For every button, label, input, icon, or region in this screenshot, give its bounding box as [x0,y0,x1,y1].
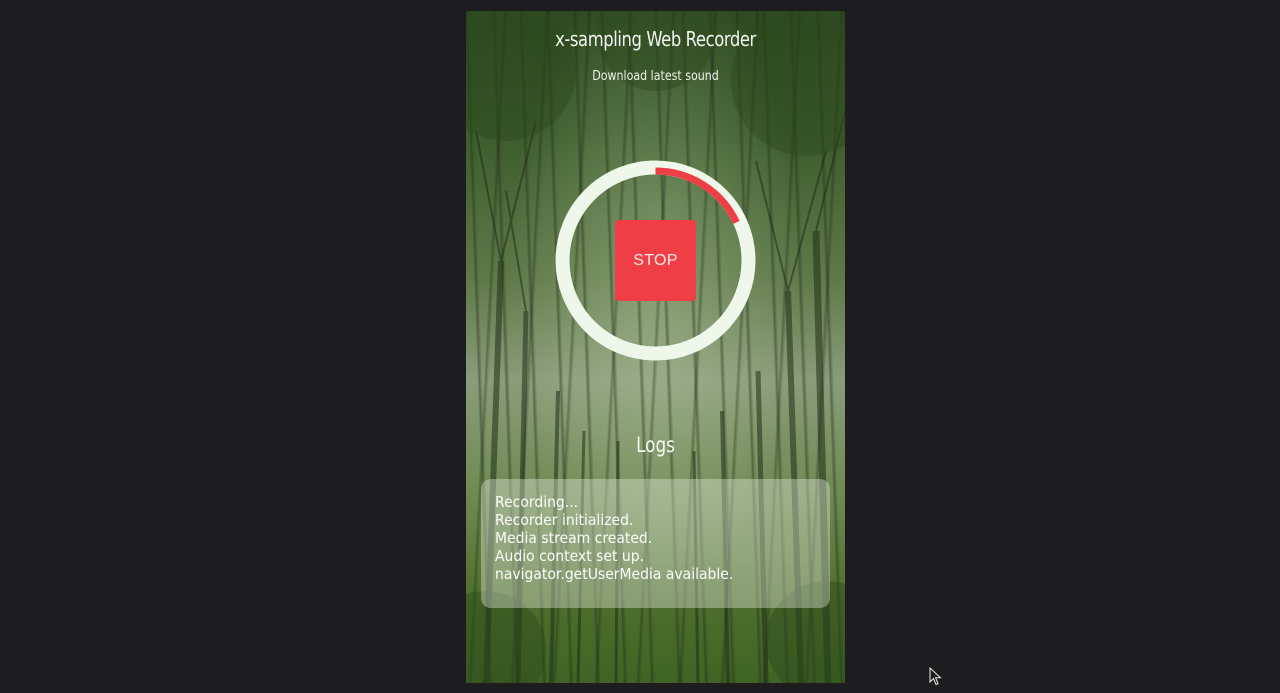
recorder-app-screen: x-sampling Web Recorder Download latest … [466,11,845,683]
log-line: Recorder initialized. [495,511,634,529]
download-latest-sound-link[interactable]: Download latest sound [494,69,816,84]
log-line: Media stream created. [495,529,653,547]
recording-progress-ring: STOP [554,159,757,362]
mouse-pointer-icon [929,667,942,686]
log-line: Audio context set up. [495,547,644,565]
app-title: x-sampling Web Recorder [555,27,756,51]
log-line: Recording... [495,493,579,511]
logs-heading: Logs [636,433,675,457]
log-panel: Recording... Recorder initialized. Media… [481,479,830,608]
stop-button[interactable]: STOP [615,220,696,301]
log-line: navigator.getUserMedia available. [495,565,734,583]
